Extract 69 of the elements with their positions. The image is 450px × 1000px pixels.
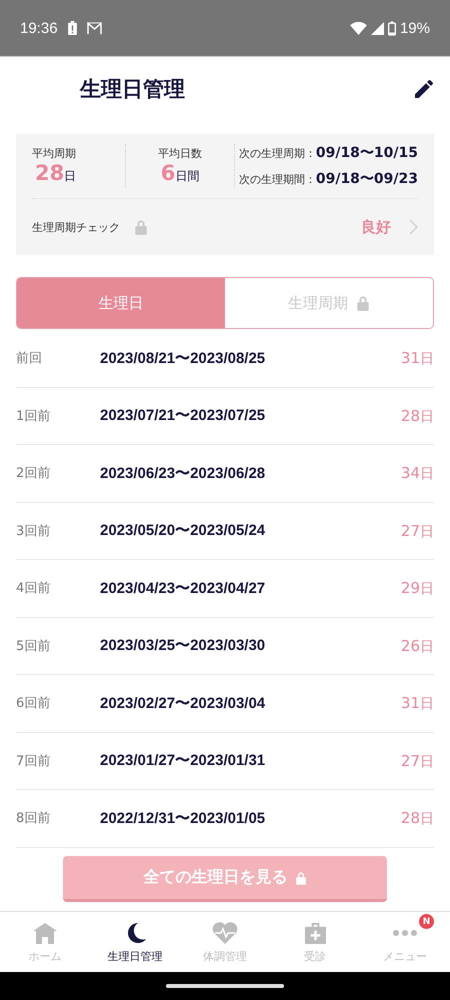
medical-kit-icon [304, 922, 326, 944]
signal-icon [370, 22, 384, 34]
cycle-days: 29 [400, 579, 420, 598]
heart-pulse-icon [212, 922, 238, 944]
period-range: 2023/06/23〜2023/06/28 [100, 464, 266, 483]
stat-unit: 日間 [175, 169, 200, 183]
nav-tab[interactable]: 生理日管理 [90, 912, 180, 972]
home-icon [33, 922, 57, 944]
stat-unit: 日 [64, 169, 76, 183]
next-label: 次の生理期間： [238, 172, 316, 187]
notification-badge: N [419, 914, 434, 929]
period-range: 2023/08/21〜2023/08/25 [100, 348, 266, 368]
tab[interactable]: 生理日 [17, 278, 225, 328]
period-label: 3回前 [16, 522, 52, 540]
days-unit: 日 [420, 811, 434, 828]
days-unit: 日 [420, 408, 434, 425]
days-unit: 日 [420, 524, 434, 540]
check-label: 生理周期チェック [32, 220, 120, 234]
period-label: 1回前 [16, 408, 52, 425]
cycle-days: 27 [400, 752, 420, 770]
cycle-days: 28 [400, 406, 420, 425]
battery-percent: 19% [400, 20, 430, 36]
stat-label: 平均周期 [32, 146, 77, 161]
battery-icon [388, 20, 396, 36]
wifi-icon [350, 22, 367, 34]
cycle-days: 26 [400, 636, 420, 655]
chevron-right-icon [408, 219, 418, 235]
nav-tab[interactable]: 受診 [270, 912, 360, 972]
period-range: 2023/05/20〜2023/05/24 [100, 521, 266, 540]
period-range: 2023/04/23〜2023/04/27 [100, 578, 266, 598]
period-range: 2023/03/25〜2023/03/30 [100, 636, 266, 656]
days-unit: 日 [420, 754, 434, 770]
stat-label: 平均日数 [157, 146, 203, 161]
nav-tab[interactable]: ホーム [0, 912, 90, 972]
days-unit: 日 [420, 696, 434, 712]
check-result: 良好 [361, 218, 391, 236]
period-label: 4回前 [16, 580, 52, 598]
period-range: 2023/01/27〜2023/01/31 [100, 751, 266, 770]
period-range: 2023/07/21〜2023/07/25 [100, 406, 266, 426]
period-label: 7回前 [16, 752, 52, 770]
mail-icon [86, 22, 102, 34]
page-title: 生理日管理 [80, 76, 185, 102]
period-label: 2回前 [16, 465, 52, 482]
period-range: 2023/02/27〜2023/03/04 [100, 694, 266, 713]
stat-value: 6 [160, 161, 176, 185]
days-unit: 日 [420, 638, 434, 655]
more-icon [392, 929, 418, 937]
next-value: 09/18〜09/23 [316, 170, 418, 188]
days-unit: 日 [420, 351, 434, 368]
period-label: 前回 [16, 350, 43, 368]
days-unit: 日 [420, 581, 434, 598]
days-unit: 日 [420, 466, 434, 482]
cycle-days: 31 [400, 694, 420, 712]
battery-alert-icon [68, 21, 77, 35]
cycle-days: 31 [400, 349, 420, 368]
period-label: 8回前 [16, 810, 52, 828]
cycle-check-row[interactable]: 生理周期チェック 良好 [32, 199, 418, 255]
period-label: 5回前 [16, 638, 52, 655]
cycle-days: 34 [400, 464, 420, 482]
cycle-days: 27 [400, 522, 420, 540]
nav-tab[interactable]: 体調管理 [180, 912, 270, 972]
period-label: 6回前 [16, 695, 52, 712]
status-time: 19:36 [20, 20, 58, 36]
nav-tab[interactable]: N メニュー [360, 912, 450, 972]
period-range: 2022/12/31〜2023/01/05 [100, 808, 266, 828]
next-label: 次の生理周期： [238, 146, 316, 161]
next-value: 09/18〜10/15 [316, 144, 418, 162]
stat-value: 28 [35, 161, 64, 185]
cycle-days: 28 [400, 809, 420, 828]
